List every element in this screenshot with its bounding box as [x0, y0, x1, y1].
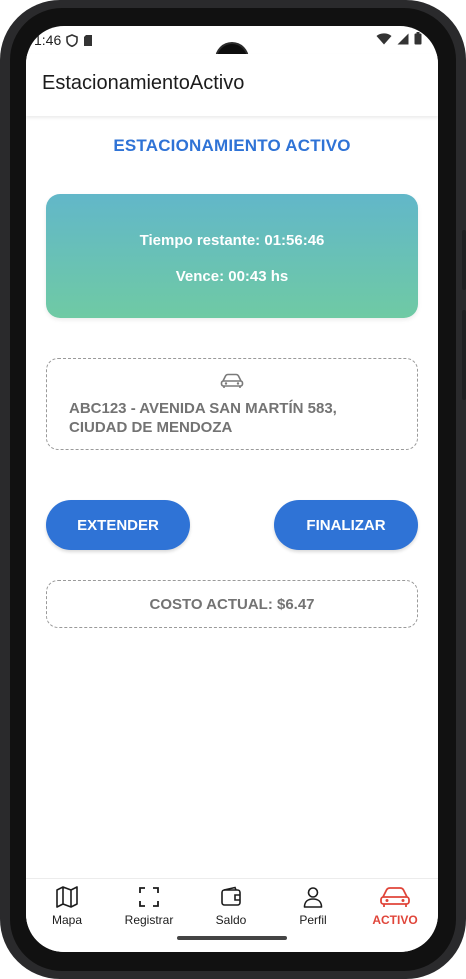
signal-icon — [397, 33, 409, 44]
battery-icon — [414, 32, 422, 45]
power-button — [462, 310, 466, 400]
wallet-icon — [221, 886, 241, 906]
current-cost: COSTO ACTUAL: $6.47 — [46, 580, 418, 628]
scan-icon — [139, 887, 159, 907]
nav-item-activo[interactable]: ACTIVO — [354, 885, 436, 935]
nav-item-perfil[interactable]: Perfil — [272, 885, 354, 935]
expiry-time: Vence: 00:43 hs — [175, 268, 289, 285]
status-time: 1:46 — [34, 32, 62, 48]
vehicle-location: ABC123 - AVENIDA SAN MARTÍN 583, CIUDAD … — [69, 400, 337, 436]
nav-label-mapa: Mapa — [51, 913, 83, 927]
status-right — [376, 32, 422, 45]
nav-label-saldo: Saldo — [215, 913, 247, 927]
extend-button[interactable]: EXTENDER — [46, 500, 190, 550]
bottom-nav: Mapa Registrar Saldo Perfil ACTIVO — [26, 878, 438, 952]
person-icon — [303, 887, 323, 908]
volume-button — [462, 230, 466, 290]
nav-label-activo: ACTIVO — [372, 913, 418, 927]
nav-item-mapa[interactable]: Mapa — [26, 885, 108, 935]
time-remaining: Tiempo restante: 01:56:46 — [139, 232, 325, 249]
shield-icon — [66, 33, 79, 47]
wifi-icon — [376, 32, 392, 44]
map-icon — [56, 886, 78, 908]
screen: 1:46 EstacionamientoActivo ESTACIONAMIEN… — [26, 26, 438, 952]
phone-frame: 1:46 EstacionamientoActivo ESTACIONAMIEN… — [0, 0, 466, 979]
status-left: 1:46 — [34, 32, 93, 48]
home-indicator[interactable] — [177, 936, 287, 940]
nav-label-registrar: Registrar — [124, 913, 174, 927]
sim-card-icon — [84, 34, 93, 46]
finish-button[interactable]: FINALIZAR — [274, 500, 418, 550]
page-title: ESTACIONAMIENTO ACTIVO — [113, 136, 351, 155]
nav-item-saldo[interactable]: Saldo — [190, 885, 272, 935]
timer-card: Tiempo restante: 01:56:46 Vence: 00:43 h… — [46, 194, 418, 318]
car-icon — [380, 887, 410, 907]
vehicle-card: ABC123 - AVENIDA SAN MARTÍN 583, CIUDAD … — [46, 358, 418, 450]
car-icon — [220, 373, 244, 388]
nav-item-registrar[interactable]: Registrar — [108, 885, 190, 935]
app-bar-title: EstacionamientoActivo — [42, 72, 245, 94]
app-bar: EstacionamientoActivo — [26, 54, 438, 116]
nav-label-perfil: Perfil — [299, 913, 327, 927]
